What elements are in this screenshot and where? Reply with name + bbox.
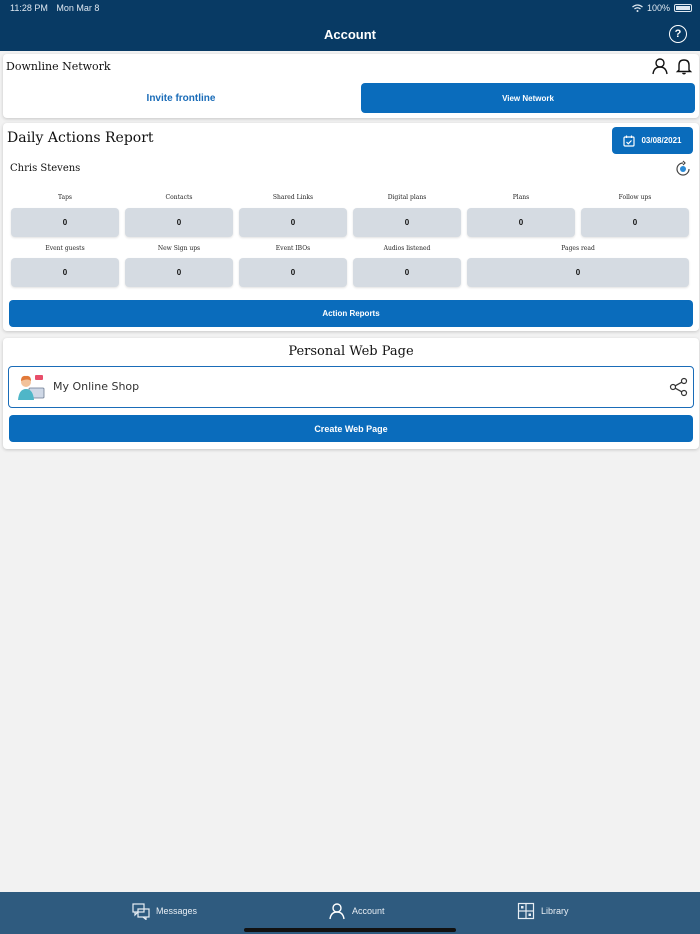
- page-title: Account: [324, 27, 376, 42]
- metric-label-event-guests: Event guests: [45, 245, 85, 252]
- metric-value-pages-read: 0: [467, 258, 689, 287]
- wifi-icon: [632, 4, 643, 12]
- library-icon: [517, 902, 535, 920]
- status-bar-left: 11:28 PM Mon Mar 8: [10, 3, 99, 13]
- metric-label-digital-plans: Digital plans: [387, 194, 427, 201]
- report-date: 03/08/2021: [641, 136, 682, 145]
- battery-icon: [674, 4, 692, 12]
- downline-title: Downline Network: [6, 60, 111, 73]
- metric-value-event-ibos: 0: [239, 258, 347, 287]
- tab-messages-label: Messages: [156, 906, 198, 916]
- metric-label-pages-read: Pages read: [561, 245, 595, 252]
- create-web-page-button[interactable]: Create Web Page: [9, 415, 693, 442]
- metric-value-contacts: 0: [125, 208, 233, 237]
- metric-label-audios-listened: Audios listened: [383, 245, 431, 252]
- downline-network-card: Downline Network Invite frontline View N…: [3, 54, 699, 118]
- personal-web-page-card: Personal Web Page My Online Shop Create …: [3, 338, 699, 449]
- status-date: Mon Mar 8: [56, 3, 100, 13]
- online-shop-row[interactable]: My Online Shop: [8, 366, 694, 408]
- web-page-title: Personal Web Page: [288, 344, 414, 359]
- online-shop-label: My Online Shop: [53, 380, 140, 393]
- shop-avatar-icon: [18, 375, 45, 400]
- metric-value-plans: 0: [467, 208, 575, 237]
- calendar-icon: [623, 135, 636, 147]
- action-reports-button[interactable]: Action Reports: [9, 300, 693, 327]
- help-icon[interactable]: ?: [669, 25, 687, 43]
- account-icon: [329, 903, 345, 920]
- metric-value-taps: 0: [11, 208, 119, 237]
- metric-label-follow-ups: Follow ups: [618, 194, 652, 201]
- metric-value-shared-links: 0: [239, 208, 347, 237]
- tab-messages[interactable]: Messages: [132, 902, 197, 920]
- daily-actions-report-card: Daily Actions Report 03/08/2021 Chris St…: [3, 123, 699, 331]
- metric-value-digital-plans: 0: [353, 208, 461, 237]
- navigation-bar: 11:28 PM Mon Mar 8 100% Account ?: [0, 0, 700, 51]
- metric-label-contacts: Contacts: [165, 194, 193, 201]
- date-picker-button[interactable]: 03/08/2021: [612, 127, 693, 154]
- metric-value-new-sign-ups: 0: [125, 258, 233, 287]
- tab-account[interactable]: Account: [328, 902, 385, 920]
- metric-label-event-ibos: Event IBOs: [275, 245, 311, 252]
- metric-label-shared-links: Shared Links: [272, 194, 314, 201]
- metric-value-follow-ups: 0: [581, 208, 689, 237]
- metric-value-audios-listened: 0: [353, 258, 461, 287]
- daily-report-title: Daily Actions Report: [7, 130, 154, 146]
- downline-actions: [651, 57, 693, 75]
- tab-invite-frontline[interactable]: Invite frontline: [6, 83, 356, 113]
- metric-label-taps: Taps: [57, 194, 73, 201]
- tab-library-label: Library: [541, 906, 569, 916]
- metric-label-plans: Plans: [512, 194, 530, 201]
- profile-icon[interactable]: [651, 57, 669, 75]
- bell-icon[interactable]: [675, 57, 693, 75]
- refresh-icon[interactable]: [674, 160, 692, 178]
- metric-value-event-guests: 0: [11, 258, 119, 287]
- report-user-name: Chris Stevens: [10, 163, 81, 174]
- tab-library[interactable]: Library: [517, 902, 569, 920]
- metric-label-new-sign-ups: New Sign ups: [157, 245, 201, 252]
- status-time: 11:28 PM: [10, 3, 48, 13]
- status-bar-right: 100%: [632, 3, 692, 13]
- messages-icon: [132, 903, 150, 920]
- share-icon[interactable]: [669, 377, 689, 397]
- tab-view-network[interactable]: View Network: [361, 83, 695, 113]
- battery-percent: 100%: [646, 3, 670, 13]
- tab-account-label: Account: [352, 906, 385, 916]
- home-indicator: [244, 928, 456, 932]
